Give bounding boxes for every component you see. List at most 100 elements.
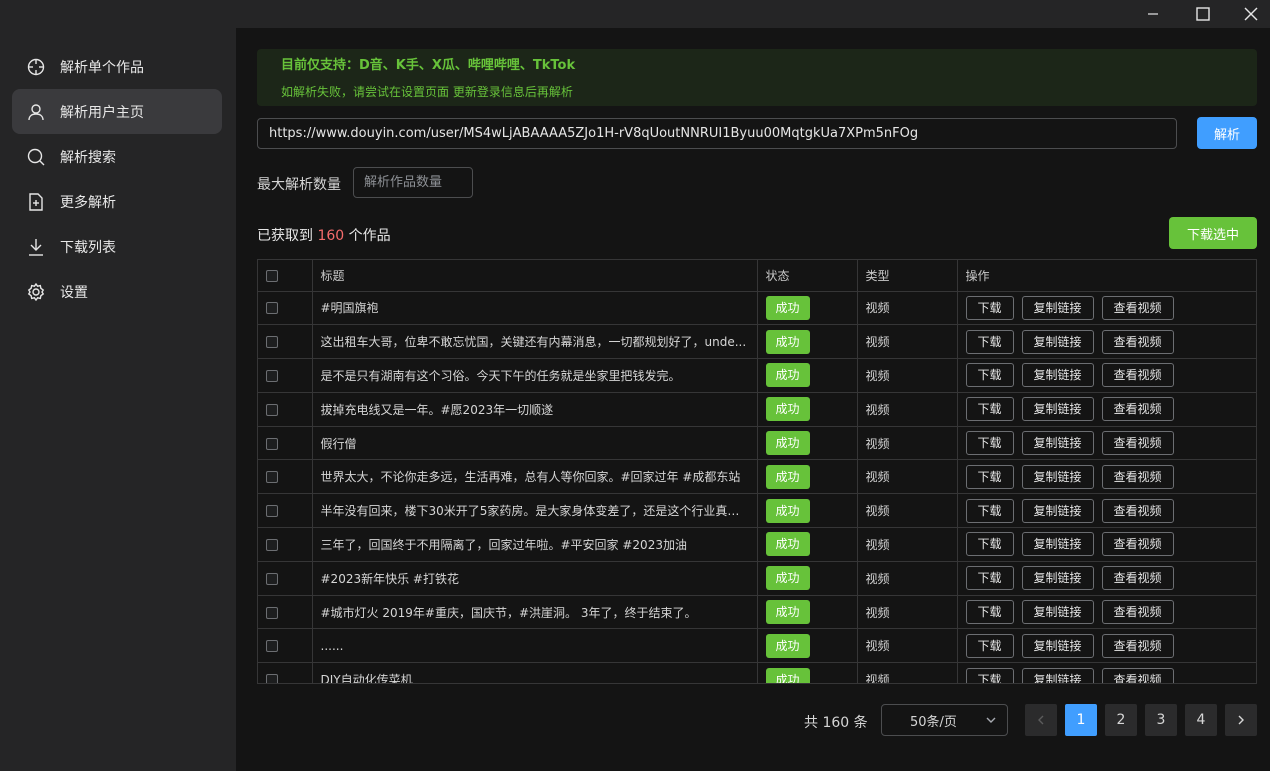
- row-select-cell: [258, 459, 313, 495]
- row-type: 视频: [857, 493, 958, 529]
- download-button[interactable]: 下载: [965, 532, 1014, 557]
- page-button-4[interactable]: 4: [1185, 704, 1217, 736]
- view-video-button[interactable]: 查看视频: [1101, 498, 1174, 523]
- table-row: 三年了，回国终于不用隔离了，回家过年啦。#平安回家 #2023加油 成功 视频 下载复…: [258, 527, 1256, 562]
- page-button-3[interactable]: 3: [1145, 704, 1177, 736]
- row-actions: 下载 复制链接 查看视频: [957, 358, 1256, 393]
- row-checkbox[interactable]: [266, 505, 278, 518]
- download-button[interactable]: 下载: [965, 667, 1014, 683]
- row-checkbox[interactable]: [266, 572, 278, 585]
- row-actions: 下载 复制链接 查看视频: [957, 662, 1256, 683]
- row-status-cell: 成功: [757, 358, 858, 393]
- page-size-select[interactable]: 50条/页: [881, 704, 1008, 736]
- view-video-button[interactable]: 查看视频: [1101, 431, 1174, 456]
- status-badge: 成功: [765, 464, 810, 489]
- sidebar-item-label: 解析用户主页: [60, 104, 144, 121]
- maximize-icon[interactable]: [1180, 0, 1226, 28]
- download-button[interactable]: 下载: [965, 464, 1014, 489]
- view-video-button[interactable]: 查看视频: [1101, 329, 1174, 354]
- view-video-button[interactable]: 查看视频: [1101, 566, 1174, 591]
- row-actions: 下载 复制链接 查看视频: [957, 595, 1256, 630]
- copy-link-button[interactable]: 复制链接: [1021, 363, 1094, 388]
- copy-link-button[interactable]: 复制链接: [1021, 633, 1094, 658]
- view-video-button[interactable]: 查看视频: [1101, 667, 1174, 683]
- sidebar: 解析单个作品 解析用户主页 解析搜索 更多解析 下载列表 设置: [0, 28, 236, 771]
- row-type: 视频: [857, 291, 958, 326]
- row-checkbox[interactable]: [266, 471, 278, 484]
- row-checkbox[interactable]: [266, 369, 278, 382]
- copy-link-button[interactable]: 复制链接: [1021, 329, 1094, 354]
- sidebar-item-settings[interactable]: 设置: [12, 269, 222, 314]
- view-video-button[interactable]: 查看视频: [1101, 397, 1174, 422]
- copy-link-button[interactable]: 复制链接: [1021, 498, 1094, 523]
- row-type: 视频: [857, 426, 958, 461]
- row-checkbox[interactable]: [266, 674, 278, 683]
- download-button[interactable]: 下载: [965, 431, 1014, 456]
- sidebar-item-label: 下载列表: [60, 239, 116, 256]
- row-select-cell: [258, 358, 313, 393]
- view-video-button[interactable]: 查看视频: [1101, 532, 1174, 557]
- sidebar-item-label: 更多解析: [60, 194, 116, 211]
- parse-button[interactable]: 解析: [1197, 117, 1257, 149]
- url-input[interactable]: [257, 118, 1177, 149]
- copy-link-button[interactable]: 复制链接: [1021, 464, 1094, 489]
- sidebar-item-user-home[interactable]: 解析用户主页: [12, 89, 222, 134]
- download-button[interactable]: 下载: [965, 600, 1014, 625]
- row-select-cell: [258, 595, 313, 630]
- copy-link-button[interactable]: 复制链接: [1021, 600, 1094, 625]
- table-row: ...... 成功 视频 下载 复制链接 查看视频: [258, 628, 1256, 664]
- row-actions: 下载 复制链接 查看视频: [957, 324, 1256, 360]
- copy-link-button[interactable]: 复制链接: [1021, 295, 1094, 320]
- row-checkbox[interactable]: [266, 336, 278, 349]
- user-icon: [26, 102, 46, 122]
- download-button[interactable]: 下载: [965, 295, 1014, 320]
- status-badge: 成功: [765, 600, 810, 625]
- row-checkbox[interactable]: [266, 606, 278, 619]
- view-video-button[interactable]: 查看视频: [1101, 600, 1174, 625]
- row-checkbox[interactable]: [266, 403, 278, 416]
- copy-link-button[interactable]: 复制链接: [1021, 566, 1094, 591]
- notice-hint: 如解析失败，请尝试在设置页面 更新登录信息后再解析: [281, 85, 573, 99]
- row-checkbox[interactable]: [266, 640, 278, 653]
- sidebar-item-single-work[interactable]: 解析单个作品: [12, 44, 222, 89]
- view-video-button[interactable]: 查看视频: [1101, 295, 1174, 320]
- download-selected-button[interactable]: 下载选中: [1169, 217, 1257, 249]
- view-video-button[interactable]: 查看视频: [1101, 464, 1174, 489]
- status-badge: 成功: [765, 397, 810, 422]
- limit-input[interactable]: [353, 167, 473, 198]
- prev-page-button[interactable]: [1025, 704, 1057, 736]
- page-button-1[interactable]: 1: [1065, 704, 1097, 736]
- sidebar-item-search[interactable]: 解析搜索: [12, 134, 222, 179]
- download-button[interactable]: 下载: [965, 498, 1014, 523]
- status-badge: 成功: [765, 667, 810, 683]
- copy-link-button[interactable]: 复制链接: [1021, 397, 1094, 422]
- row-checkbox[interactable]: [266, 302, 278, 315]
- download-button[interactable]: 下载: [965, 397, 1014, 422]
- page-button-2[interactable]: 2: [1105, 704, 1137, 736]
- row-actions: 下载 复制链接 查看视频: [957, 426, 1256, 461]
- download-button[interactable]: 下载: [965, 363, 1014, 388]
- row-checkbox[interactable]: [266, 538, 278, 551]
- status-badge: 成功: [765, 498, 810, 523]
- view-video-button[interactable]: 查看视频: [1101, 633, 1174, 658]
- sidebar-item-downloads[interactable]: 下载列表: [12, 224, 222, 269]
- close-icon[interactable]: [1228, 0, 1270, 28]
- minimize-icon[interactable]: [1130, 0, 1176, 28]
- download-button[interactable]: 下载: [965, 329, 1014, 354]
- view-video-button[interactable]: 查看视频: [1101, 363, 1174, 388]
- row-actions: 下载 复制链接 查看视频: [957, 459, 1256, 495]
- select-all-checkbox[interactable]: [266, 269, 278, 282]
- chevron-left-icon: [1038, 715, 1044, 725]
- copy-link-button[interactable]: 复制链接: [1021, 431, 1094, 456]
- status-badge: 成功: [765, 431, 810, 456]
- row-select-cell: [258, 324, 313, 360]
- sidebar-item-more[interactable]: 更多解析: [12, 179, 222, 224]
- row-status-cell: 成功: [757, 628, 858, 664]
- next-page-button[interactable]: [1225, 704, 1257, 736]
- download-button[interactable]: 下载: [965, 633, 1014, 658]
- row-checkbox[interactable]: [266, 437, 278, 450]
- copy-link-button[interactable]: 复制链接: [1021, 532, 1094, 557]
- row-type: 视频: [857, 324, 958, 360]
- download-button[interactable]: 下载: [965, 566, 1014, 591]
- copy-link-button[interactable]: 复制链接: [1021, 667, 1094, 683]
